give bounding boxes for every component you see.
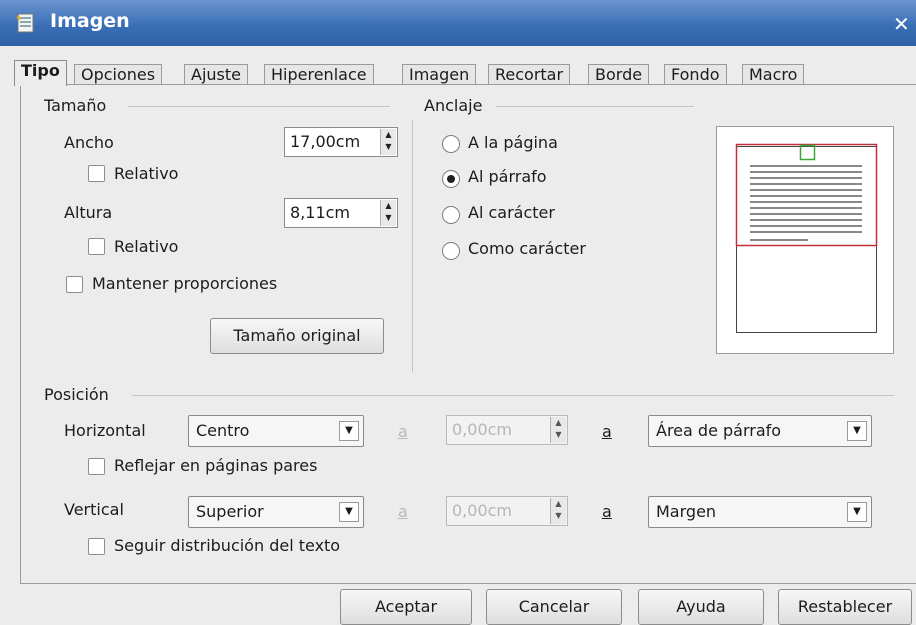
mirror-checkbox[interactable] [88, 458, 105, 475]
anchor-legend: Anclaje [424, 96, 483, 115]
anchor-as-char-label: Como carácter [468, 239, 586, 258]
title-bar[interactable]: Imagen ✕ [0, 0, 916, 46]
cancel-button[interactable]: Cancelar [486, 589, 622, 625]
horizontal-value: Centro [196, 421, 250, 440]
width-spinbox[interactable]: 17,00cm ▲ ▼ [284, 127, 398, 157]
spin-arrows-icon[interactable]: ▲ ▼ [380, 200, 396, 226]
vertical-offset-value: 0,00cm [452, 501, 513, 520]
anchor-separator [496, 106, 694, 107]
horizontal-to-value: Área de párrafo [656, 421, 782, 440]
width-label: Ancho [64, 133, 114, 152]
vertical-select[interactable]: Superior ▼ [188, 496, 364, 528]
image-dialog: Imagen ✕ Tipo Opciones Ajuste Hiperenlac… [0, 0, 916, 625]
vertical-to-label: a [602, 502, 612, 521]
relative-width-label: Relativo [114, 164, 179, 183]
chevron-down-icon[interactable]: ▼ [339, 502, 359, 522]
tab-imagen[interactable]: Imagen [402, 64, 477, 86]
follow-flow-label: Seguir distribución del texto [114, 536, 341, 555]
position-legend: Posición [44, 385, 109, 404]
relative-height-label: Relativo [114, 237, 179, 256]
relative-height-checkbox[interactable] [88, 238, 105, 255]
width-value: 17,00cm [290, 132, 361, 151]
size-legend: Tamaño [44, 96, 107, 115]
vertical-by-label: a [398, 502, 408, 521]
horizontal-by-label: a [398, 422, 408, 441]
tab-hiperenlace[interactable]: Hiperenlace [264, 64, 374, 86]
spin-arrows-icon[interactable]: ▲ ▼ [550, 498, 566, 524]
tab-recortar[interactable]: Recortar [488, 64, 571, 86]
size-separator [128, 106, 390, 107]
reset-button[interactable]: Restablecer [778, 589, 912, 625]
image-app-icon [16, 13, 34, 33]
tab-macro[interactable]: Macro [742, 64, 805, 86]
horizontal-to-label: a [602, 422, 612, 441]
anchor-char-radio[interactable] [442, 206, 460, 224]
keep-ratio-label: Mantener proporciones [92, 274, 278, 293]
tab-fondo[interactable]: Fondo [664, 64, 727, 86]
height-value: 8,11cm [290, 203, 351, 222]
horizontal-offset-value: 0,00cm [452, 420, 513, 439]
anchor-paragraph-radio[interactable] [442, 170, 460, 188]
close-icon[interactable]: ✕ [893, 12, 916, 36]
original-size-button[interactable]: Tamaño original [210, 318, 384, 354]
chevron-down-icon[interactable]: ▼ [339, 421, 359, 441]
keep-ratio-checkbox[interactable] [66, 276, 83, 293]
anchor-char-label: Al carácter [468, 203, 555, 222]
tab-ajuste[interactable]: Ajuste [184, 64, 248, 86]
anchor-page-radio[interactable] [442, 135, 460, 153]
anchor-paragraph-label: Al párrafo [468, 167, 547, 186]
spin-arrows-icon[interactable]: ▲ ▼ [550, 417, 566, 443]
mirror-label: Reflejar en páginas pares [114, 456, 318, 475]
anchor-page-label: A la página [468, 133, 558, 152]
tab-borde[interactable]: Borde [588, 64, 650, 86]
relative-width-checkbox[interactable] [88, 165, 105, 182]
chevron-down-icon[interactable]: ▼ [847, 502, 867, 522]
position-preview [716, 126, 894, 354]
tab-tipo[interactable]: Tipo [14, 60, 67, 86]
horizontal-label: Horizontal [64, 421, 146, 440]
height-spinbox[interactable]: 8,11cm ▲ ▼ [284, 198, 398, 228]
anchor-as-char-radio[interactable] [442, 242, 460, 260]
ok-button[interactable]: Aceptar [340, 589, 472, 625]
position-separator [132, 395, 894, 396]
vertical-to-value: Margen [656, 502, 717, 521]
horizontal-offset-spinbox[interactable]: 0,00cm ▲ ▼ [446, 415, 568, 445]
horizontal-select[interactable]: Centro ▼ [188, 415, 364, 447]
chevron-down-icon[interactable]: ▼ [847, 421, 867, 441]
horizontal-to-select[interactable]: Área de párrafo ▼ [648, 415, 872, 447]
help-button[interactable]: Ayuda [638, 589, 764, 625]
window-title: Imagen [50, 10, 130, 32]
vertical-offset-spinbox[interactable]: 0,00cm ▲ ▼ [446, 496, 568, 526]
spin-arrows-icon[interactable]: ▲ ▼ [380, 129, 396, 155]
height-label: Altura [64, 203, 113, 222]
vertical-value: Superior [196, 502, 264, 521]
vertical-label: Vertical [64, 500, 124, 519]
group-divider [412, 120, 413, 372]
tab-opciones[interactable]: Opciones [74, 64, 163, 86]
vertical-to-select[interactable]: Margen ▼ [648, 496, 872, 528]
follow-flow-checkbox[interactable] [88, 538, 105, 555]
